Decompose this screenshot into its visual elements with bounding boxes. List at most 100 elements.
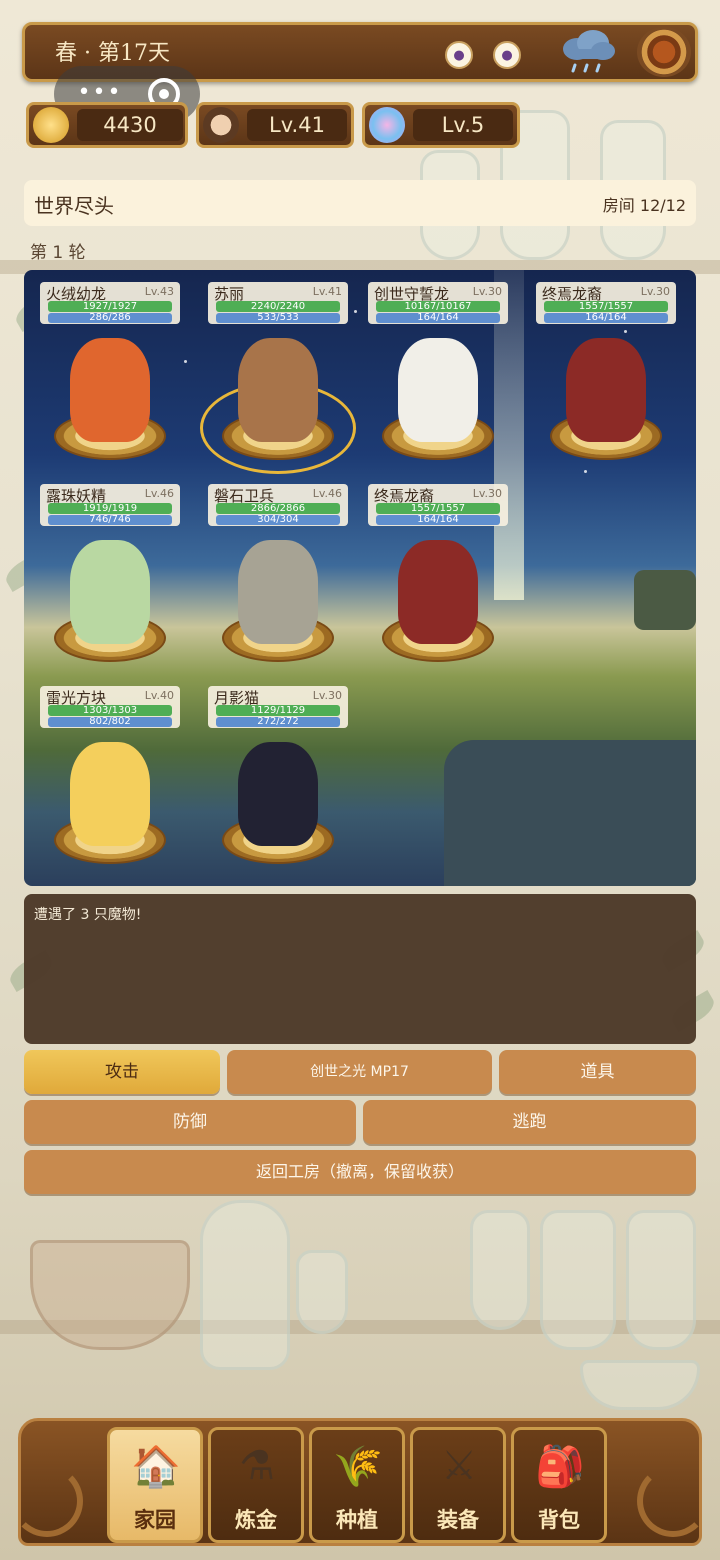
unit-level: Lv.30 (312, 689, 342, 702)
mp-bar: 164/164 (376, 515, 500, 525)
battle-unit[interactable]: 露珠妖精 Lv.46 1919/1919 746/746 (40, 484, 180, 684)
battle-log-text: 遭遇了 3 只魔物! (34, 907, 142, 923)
hp-bar: 1557/1557 (544, 301, 668, 312)
mp-bar: 533/533 (216, 313, 340, 323)
battle-unit[interactable]: 磐石卫兵 Lv.46 2866/2866 304/304 (208, 484, 348, 684)
unit-sprite (70, 540, 150, 644)
battle-log: 遭遇了 3 只魔物! (24, 894, 696, 1044)
retreat-button[interactable]: 返回工房（撤离，保留收获） (24, 1150, 696, 1194)
nav-label: 炼金 (235, 1507, 277, 1532)
mp-bar: 304/304 (216, 515, 340, 525)
hp-bar: 1303/1303 (48, 705, 172, 716)
floating-island (634, 570, 696, 630)
unit-level: Lv.30 (640, 285, 670, 298)
unit-status-card: 终焉龙裔 Lv.30 1557/1557 164/164 (368, 484, 508, 526)
unit-level: Lv.46 (312, 487, 342, 500)
battle-unit[interactable]: 月影猫 Lv.30 1129/1129 272/272 (208, 686, 348, 886)
potion-icon[interactable]: ● (445, 41, 473, 69)
nav-item-2[interactable]: 🌾 种植 (309, 1427, 405, 1543)
settings-gear-icon[interactable] (637, 27, 691, 77)
mp-bar: 746/746 (48, 515, 172, 525)
bg-bowl (580, 1360, 700, 1410)
unit-sprite (238, 742, 318, 846)
nav-item-0[interactable]: 🏠 家园 (107, 1427, 203, 1543)
location-bar: 世界尽头 房间 12/12 (24, 180, 696, 226)
potion-icon[interactable]: ● (493, 41, 521, 69)
potion-flask-icon (369, 107, 405, 143)
unit-status-card: 火绒幼龙 Lv.43 1927/1927 286/286 (40, 282, 180, 324)
player-level-value: Lv.41 (247, 109, 347, 141)
round-label: 第 1 轮 (30, 243, 86, 263)
unit-level: Lv.41 (312, 285, 342, 298)
unit-status-card: 终焉龙裔 Lv.30 1557/1557 164/164 (536, 282, 676, 324)
potion-level-value: Lv.5 (413, 109, 513, 141)
gold-stat: 4430 (26, 102, 188, 148)
house-icon: 🏠 (131, 1443, 181, 1490)
nav-label: 种植 (336, 1507, 378, 1532)
item-button[interactable]: 道具 (499, 1050, 696, 1094)
unit-level: Lv.43 (144, 285, 174, 298)
unit-status-card: 露珠妖精 Lv.46 1919/1919 746/746 (40, 484, 180, 526)
mp-bar: 164/164 (544, 313, 668, 323)
rain-cloud-icon (563, 30, 615, 73)
cauldron-icon: ⚗ (239, 1443, 275, 1489)
hp-bar: 1129/1129 (216, 705, 340, 716)
nav-label: 背包 (538, 1507, 580, 1532)
season-day-label: 春 · 第17天 (55, 41, 170, 66)
unit-sprite (238, 338, 318, 442)
hp-bar: 10167/10167 (376, 301, 500, 312)
unit-sprite (70, 742, 150, 846)
unit-level: Lv.30 (472, 285, 502, 298)
mp-bar: 802/802 (48, 717, 172, 727)
nav-item-1[interactable]: ⚗ 炼金 (208, 1427, 304, 1543)
bg-jar (470, 1210, 530, 1330)
bg-flask (200, 1200, 290, 1370)
hp-bar: 1919/1919 (48, 503, 172, 514)
nav-label: 装备 (437, 1507, 479, 1532)
unit-level: Lv.46 (144, 487, 174, 500)
unit-level: Lv.40 (144, 689, 174, 702)
nav-item-4[interactable]: 🎒 背包 (511, 1427, 607, 1543)
potion-level-stat: Lv.5 (362, 102, 520, 148)
bg-jar (540, 1210, 616, 1350)
battle-unit[interactable]: 终焉龙裔 Lv.30 1557/1557 164/164 (368, 484, 508, 684)
cliff (444, 740, 696, 886)
avatar[interactable] (203, 107, 239, 143)
nav-item-3[interactable]: ⚔ 装备 (410, 1427, 506, 1543)
unit-status-card: 月影猫 Lv.30 1129/1129 272/272 (208, 686, 348, 728)
battle-scene: 火绒幼龙 Lv.43 1927/1927 286/286 苏丽 Lv.41 2240/224… (24, 270, 696, 886)
player-level-stat: Lv.41 (196, 102, 354, 148)
unit-status-card: 苏丽 Lv.41 2240/2240 533/533 (208, 282, 348, 324)
battle-unit[interactable]: 火绒幼龙 Lv.43 1927/1927 286/286 (40, 282, 180, 482)
unit-sprite (566, 338, 646, 442)
skill-button[interactable]: 创世之光 MP17 (227, 1050, 492, 1094)
hp-bar: 2240/2240 (216, 301, 340, 312)
defend-button[interactable]: 防御 (24, 1100, 356, 1144)
mp-bar: 286/286 (48, 313, 172, 323)
unit-sprite (398, 338, 478, 442)
wheat-icon: 🌾 (333, 1443, 383, 1490)
battle-unit[interactable]: 雷光方块 Lv.40 1303/1303 802/802 (40, 686, 180, 886)
nav-label: 家园 (134, 1507, 176, 1532)
unit-sprite (238, 540, 318, 644)
gold-value: 4430 (77, 109, 183, 141)
location-name: 世界尽头 (34, 194, 114, 218)
bg-jar (626, 1210, 696, 1350)
mp-bar: 164/164 (376, 313, 500, 323)
flee-button[interactable]: 逃跑 (363, 1100, 696, 1144)
battle-unit[interactable]: 创世守誓龙 Lv.30 10167/10167 164/164 (368, 282, 508, 482)
coin-icon (33, 107, 69, 143)
mp-bar: 272/272 (216, 717, 340, 727)
backpack-icon: 🎒 (535, 1443, 585, 1490)
sword-shield-icon: ⚔ (441, 1443, 477, 1489)
unit-sprite (70, 338, 150, 442)
hp-bar: 2866/2866 (216, 503, 340, 514)
hp-bar: 1927/1927 (48, 301, 172, 312)
attack-button[interactable]: 攻击 (24, 1050, 220, 1094)
unit-status-card: 雷光方块 Lv.40 1303/1303 802/802 (40, 686, 180, 728)
unit-sprite (398, 540, 478, 644)
bottom-nav: 🏠 家园 ⚗ 炼金 🌾 种植 ⚔ 装备 🎒 背包 (11, 1418, 702, 1546)
hp-bar: 1557/1557 (376, 503, 500, 514)
battle-unit[interactable]: 苏丽 Lv.41 2240/2240 533/533 (200, 282, 356, 482)
battle-unit[interactable]: 终焉龙裔 Lv.30 1557/1557 164/164 (536, 282, 676, 482)
